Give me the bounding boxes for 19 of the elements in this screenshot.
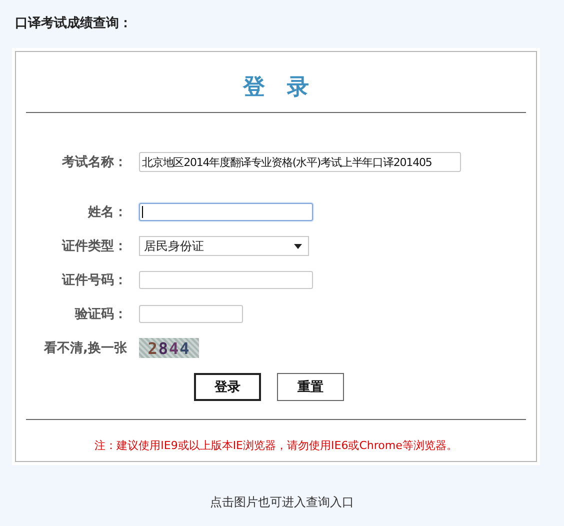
login-button[interactable]: 登录	[194, 373, 261, 401]
login-title: 登 录	[242, 74, 310, 102]
input-field[interactable]	[139, 271, 313, 289]
input-field[interactable]	[139, 305, 243, 323]
reset-button[interactable]: 重置	[277, 373, 344, 401]
field-label: 看不清,换一张	[43, 340, 127, 357]
field-label: 考试名称：	[61, 154, 127, 171]
input-field[interactable]	[139, 203, 313, 221]
input-field[interactable]: 北京地区2014年度翻译专业资格(水平)考试上半年口译201405	[139, 152, 461, 172]
select-dropdown[interactable]: 居民身份证	[139, 236, 309, 256]
field-label: 姓名：	[86, 204, 127, 221]
page-title: 口译考试成绩查询：	[14, 15, 133, 33]
captcha-image[interactable]: 2844	[139, 338, 199, 358]
field-label: 证件号码：	[60, 272, 127, 289]
footer-text: 点击图片也可进入查询入口	[209, 494, 355, 511]
browser-note: 注：建议使用IE9或以上版本IE浏览器，请勿使用IE6或Chrome等浏览器。	[94, 438, 458, 453]
caret-icon	[294, 244, 302, 248]
field-label: 证件类型：	[60, 238, 127, 255]
field-label: 验证码：	[74, 306, 127, 323]
